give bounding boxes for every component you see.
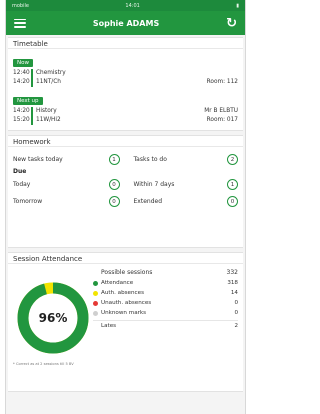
within-7-days-count-badge: 1: [227, 179, 238, 190]
tasks-to-do-count-badge: 2: [227, 154, 238, 165]
legend-label: Attendance: [101, 280, 134, 286]
legend-value: 0: [234, 310, 238, 316]
clock: 14:01: [125, 2, 140, 9]
lates-value: 2: [234, 323, 238, 329]
extended-label: Extended: [133, 198, 163, 205]
homework-card[interactable]: Homework New tasks today 1 Tasks to do 2…: [8, 135, 243, 248]
legend-row-auth-absences: Auth. absences 14: [93, 288, 238, 298]
lesson-bar: [31, 69, 33, 87]
tomorrow-count-badge: 0: [108, 196, 120, 207]
timetable-card[interactable]: Timetable Now 12:40 14:20 Chemistry 11NT…: [8, 37, 243, 131]
lates-label: Lates: [101, 323, 117, 329]
attendance-donut-chart: 96%: [13, 278, 93, 358]
lesson-subject: Chemistry: [36, 70, 66, 76]
lesson-teacher: Mr B ELBTU: [204, 108, 238, 114]
next-lesson[interactable]: 14:20 15:20 History 11W/Hi2 Mr B ELBTU R…: [13, 107, 238, 125]
now-tag: Now: [13, 59, 33, 67]
menu-icon[interactable]: [14, 18, 26, 28]
next-up-tag: Next up: [13, 97, 43, 105]
legend-row-unauth-absences: Unauth. absences 0: [93, 298, 238, 308]
due-heading: Due: [13, 168, 27, 175]
phone-screen: mobile 14:01 ▮ Sophie ADAMS ↻ Timetable …: [5, 0, 246, 414]
legend-dot: [93, 300, 98, 306]
attendance-title: Session Attendance: [8, 253, 243, 264]
lesson-end-time: 15:20: [13, 117, 30, 123]
attendance-card[interactable]: Session Attendance 96% Possible sessions…: [8, 252, 243, 392]
legend-value: 318: [227, 280, 238, 286]
possible-sessions-label: Possible sessions: [101, 268, 153, 276]
lesson-end-time: 14:20: [13, 79, 30, 85]
legend-label: Unauth. absences: [101, 300, 152, 306]
lesson-start-time: 12:40: [13, 70, 30, 76]
legend-value: 14: [230, 290, 238, 296]
within-7-days-label: Within 7 days: [133, 181, 175, 188]
lesson-class: 11W/Hi2: [36, 117, 61, 123]
legend-value: 0: [234, 300, 238, 306]
due-today-count-badge: 0: [108, 179, 120, 190]
new-tasks-label: New tasks today: [13, 156, 63, 163]
attendance-percent: 96%: [38, 311, 68, 325]
current-lesson[interactable]: 12:40 14:20 Chemistry 11NT/Ch Room: 112: [13, 69, 238, 87]
attendance-footnote: * Correct as at 2 sessions till 5 BV: [13, 362, 74, 366]
lates-row: Lates 2: [93, 321, 238, 331]
lesson-bar: [31, 107, 33, 125]
due-today-label: Today: [13, 181, 31, 188]
legend-dot: [93, 310, 98, 316]
possible-sessions-row: Possible sessions 332: [93, 266, 238, 278]
legend-row-unknown-marks: Unknown marks 0: [93, 308, 238, 318]
carrier-label: mobile: [12, 2, 29, 9]
extended[interactable]: Extended 0: [126, 196, 238, 207]
new-tasks-today[interactable]: New tasks today 1: [13, 154, 126, 165]
student-name: Sophie ADAMS: [92, 18, 160, 28]
legend-label: Unknown marks: [101, 310, 147, 316]
tasks-to-do-label: Tasks to do: [133, 156, 167, 163]
legend-row-attendance: Attendance 318: [93, 278, 238, 288]
lesson-class: 11NT/Ch: [36, 79, 61, 85]
due-today[interactable]: Today 0: [13, 179, 126, 190]
extended-count-badge: 0: [227, 196, 238, 207]
legend-label: Auth. absences: [101, 290, 144, 296]
legend-dot: [93, 290, 98, 296]
battery-icon: ▮: [236, 2, 239, 9]
timetable-title: Timetable: [8, 38, 243, 49]
tomorrow-label: Tomorrow: [13, 198, 43, 205]
possible-sessions-value: 332: [226, 268, 238, 276]
status-bar: mobile 14:01 ▮: [6, 0, 245, 11]
due-within-7-days[interactable]: Within 7 days 1: [126, 179, 238, 190]
lesson-subject: History: [36, 108, 57, 114]
refresh-icon[interactable]: ↻: [226, 17, 237, 30]
lesson-room: Room: 112: [206, 79, 238, 85]
app-bar: Sophie ADAMS ↻: [6, 11, 245, 35]
lesson-start-time: 14:20: [13, 108, 30, 114]
tasks-to-do[interactable]: Tasks to do 2: [126, 154, 238, 165]
homework-title: Homework: [8, 136, 243, 147]
new-tasks-count-badge: 1: [108, 154, 120, 165]
due-tomorrow[interactable]: Tomorrow 0: [13, 196, 126, 207]
legend-dot: [93, 280, 98, 286]
lesson-room: Room: 017: [206, 117, 238, 123]
attendance-legend: Possible sessions 332 Attendance 318 Aut…: [93, 266, 238, 358]
